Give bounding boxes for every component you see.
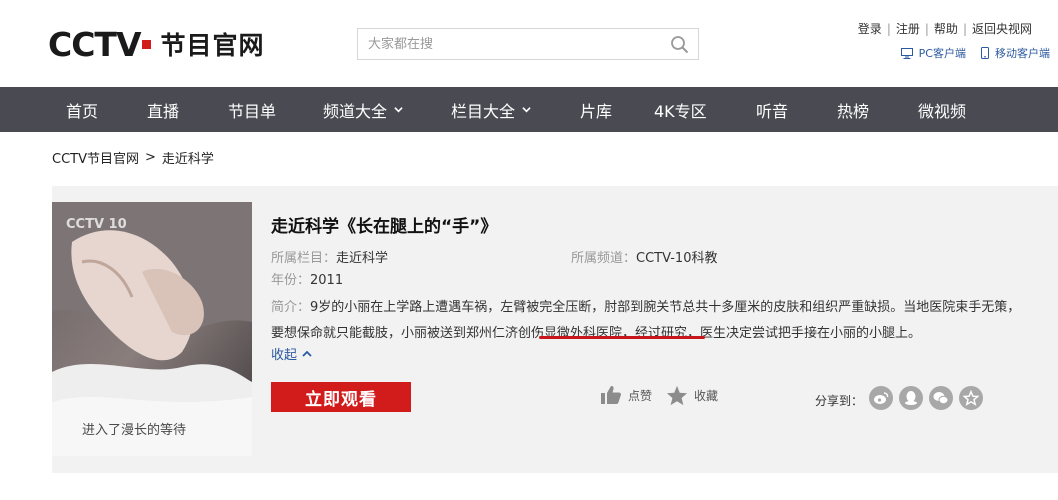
divider: |: [886, 21, 891, 36]
channel-watermark: CCTV 10: [66, 217, 127, 232]
nav-item-trending[interactable]: 热榜: [837, 87, 869, 132]
favorite-label: 收藏: [694, 389, 719, 403]
thumbnail-image: CCTV 10 进入了漫长的等待: [52, 202, 252, 456]
nav-item-home[interactable]: 首页: [66, 87, 98, 132]
chevron-down-icon: [522, 107, 531, 113]
watch-now-button[interactable]: 立即观看: [271, 382, 411, 412]
breadcrumb: CCTV节目官网 > 走近科学: [52, 148, 214, 167]
divider: |: [962, 21, 967, 36]
search-box: [357, 28, 699, 60]
nav-label: 片库: [580, 101, 613, 121]
nav-item-live[interactable]: 直播: [147, 87, 179, 132]
channel-label: 所属频道：: [571, 251, 637, 266]
register-link[interactable]: 注册: [896, 20, 920, 37]
nav-item-4k[interactable]: 4K专区: [654, 87, 707, 132]
nav-label: 微视频: [918, 101, 967, 121]
thumbnail-caption: 进入了漫长的等待: [82, 422, 186, 438]
weibo-icon[interactable]: [869, 386, 893, 410]
cctv-logo[interactable]: CCTV 节目官网: [48, 24, 265, 64]
year-meta: 年份：2011: [271, 269, 343, 288]
qzone-icon[interactable]: [959, 386, 983, 410]
nav-item-library[interactable]: 片库: [580, 87, 612, 132]
mobile-client-link[interactable]: 移动客户端: [981, 45, 1050, 61]
wechat-icon[interactable]: [929, 386, 953, 410]
video-thumbnail[interactable]: CCTV 10 进入了漫长的等待: [52, 202, 252, 456]
nav-label: 节目单: [228, 101, 277, 121]
channel-meta: 所属频道：CCTV-10科教: [571, 247, 717, 266]
nav-item-columns[interactable]: 栏目大全: [451, 87, 531, 132]
like-label: 点赞: [628, 388, 653, 403]
collapse-toggle[interactable]: 收起: [271, 344, 313, 363]
star-icon: [666, 385, 688, 406]
nav-label: 热榜: [837, 101, 870, 121]
main-nav: 首页 直播 节目单 频道大全 栏目大全 片库 4K专区 听音 热榜 微视频: [0, 87, 1058, 132]
phone-icon: [981, 47, 989, 59]
site-header: CCTV 节目官网 登录 | 注册 | 帮助 | 返回央视网 PC客户端 移动客…: [0, 0, 1058, 87]
nav-label: 听音: [756, 101, 789, 121]
highlight-underline: [539, 336, 705, 339]
nav-item-audio[interactable]: 听音: [756, 87, 788, 132]
mobile-client-label: 移动客户端: [995, 47, 1050, 60]
nav-label: 频道大全: [323, 101, 388, 121]
year-label: 年份：: [271, 273, 311, 288]
nav-label: 首页: [66, 101, 99, 121]
video-title: 走近科学《长在腿上的“手”》: [271, 217, 498, 237]
nav-label: 4K专区: [654, 101, 707, 121]
nav-item-schedule[interactable]: 节目单: [228, 87, 276, 132]
column-label: 所属栏目：: [271, 251, 337, 266]
search-input[interactable]: [358, 29, 648, 59]
description-label: 简介：: [271, 300, 311, 315]
collapse-label: 收起: [271, 348, 298, 363]
like-button[interactable]: 点赞: [600, 385, 652, 405]
breadcrumb-current[interactable]: 走近科学: [162, 148, 214, 167]
top-links: 登录 | 注册 | 帮助 | 返回央视网: [858, 20, 1032, 37]
login-link[interactable]: 登录: [858, 20, 882, 37]
channel-value[interactable]: CCTV-10科教: [636, 251, 717, 266]
nav-item-micro-video[interactable]: 微视频: [918, 87, 966, 132]
thumbs-up-icon: [601, 386, 621, 404]
pc-client-label: PC客户端: [918, 47, 966, 60]
pc-client-link[interactable]: PC客户端: [900, 45, 966, 61]
search-icon[interactable]: [670, 35, 690, 55]
year-value: 2011: [310, 273, 344, 288]
logo-subtitle: 节目官网: [160, 31, 265, 60]
breadcrumb-separator: >: [145, 150, 156, 165]
column-meta: 所属栏目：走近科学: [271, 247, 388, 266]
column-value[interactable]: 走近科学: [336, 251, 388, 266]
share-label: 分享到：: [815, 394, 864, 408]
video-card: CCTV 10 进入了漫长的等待 走近科学《长在腿上的“手”》 所属栏目：走近科…: [52, 186, 1058, 473]
monitor-icon: [900, 47, 913, 59]
client-downloads: PC客户端 移动客户端: [886, 45, 1050, 61]
chevron-down-icon: [394, 107, 403, 113]
video-description: 简介：9岁的小丽在上学路上遭遇车祸，左臂被完全压断，肘部到腕关节总共十多厘米的皮…: [271, 295, 1031, 347]
help-link[interactable]: 帮助: [934, 20, 958, 37]
chevron-up-icon: [302, 350, 312, 357]
favorite-button[interactable]: 收藏: [666, 385, 718, 406]
nav-label: 直播: [147, 101, 180, 121]
logo-red-dot: [141, 40, 151, 49]
nav-item-channels[interactable]: 频道大全: [323, 87, 403, 132]
divider: |: [924, 21, 929, 36]
breadcrumb-root[interactable]: CCTV节目官网: [52, 148, 139, 167]
logo-wordmark: CCTV: [48, 24, 141, 64]
qq-icon[interactable]: [899, 386, 923, 410]
back-to-cctv-link[interactable]: 返回央视网: [972, 20, 1032, 37]
nav-label: 栏目大全: [451, 101, 516, 121]
